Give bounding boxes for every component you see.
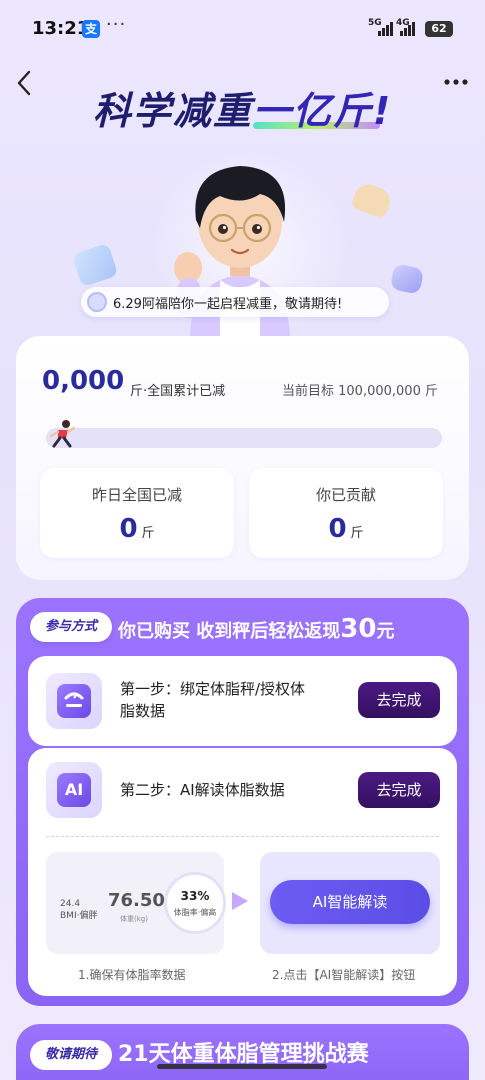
step2-complete-button[interactable]: 去完成 bbox=[358, 772, 440, 808]
scale-icon bbox=[46, 673, 102, 729]
announcement-text: 6.29阿福陪你一起启程减重，敬请期待! bbox=[113, 297, 343, 312]
participation-title-suffix: 元 bbox=[376, 621, 395, 642]
demo-caption-2: 2.点击【AI智能解读】按钮 bbox=[272, 968, 416, 982]
step1-text-line2: 脂数据 bbox=[120, 702, 166, 720]
participation-title: 你已购买 收到秤后轻松返现30元 bbox=[118, 614, 394, 644]
yesterday-value: 0 bbox=[119, 514, 138, 544]
step2-text: 第二步：AI解读体脂数据 bbox=[120, 781, 285, 799]
demo-caption-1: 1.确保有体脂率数据 bbox=[78, 968, 186, 982]
signal-icon bbox=[378, 20, 398, 36]
hero-title: 科学减重一亿斤! bbox=[0, 80, 485, 135]
launch-announcement-banner: 6.29阿福陪你一起启程减重，敬请期待! bbox=[81, 287, 389, 317]
step2-card: AI 第二步：AI解读体脂数据 去完成 24.4 BMI·偏胖 76.50 体重… bbox=[28, 748, 457, 996]
status-time: 13:21 bbox=[32, 18, 90, 39]
ai-icon-label: AI bbox=[57, 773, 91, 807]
status-bar: 13:21 支 ··· 5G 4G 62 bbox=[0, 0, 485, 58]
participation-card: 参与方式 你已购买 收到秤后轻松返现30元 第一步：绑定体脂秤/授权体 脂数据 … bbox=[16, 598, 469, 1006]
participation-tag: 参与方式 bbox=[30, 612, 112, 642]
demo-fat-label: 体脂率·偏高 bbox=[173, 908, 217, 917]
notice-icon bbox=[87, 292, 107, 312]
demo-weight-value: 76.50 bbox=[108, 890, 165, 911]
yesterday-unit: 斤 bbox=[141, 526, 155, 541]
coming-soon-tag: 敬请期待 bbox=[30, 1040, 112, 1070]
stats-card: 0,000 斤·全国累计已减 当前目标 100,000,000 斤 昨日全国已减… bbox=[16, 336, 469, 580]
yesterday-value-row: 0斤 bbox=[40, 514, 234, 544]
alipay-icon: 支 bbox=[82, 20, 100, 38]
contributed-unit: 斤 bbox=[350, 526, 364, 541]
ai-report-icon: AI bbox=[46, 762, 102, 818]
yesterday-label: 昨日全国已减 bbox=[91, 486, 182, 504]
hero-title-part1: 科学减重 bbox=[92, 89, 253, 133]
step1-complete-button[interactable]: 去完成 bbox=[358, 682, 440, 718]
participation-title-prefix: 你已购买 收到秤后轻松返现 bbox=[118, 621, 341, 642]
progress-bar bbox=[46, 428, 442, 448]
step1-card: 第一步：绑定体脂秤/授权体 脂数据 去完成 bbox=[28, 656, 457, 746]
home-indicator[interactable] bbox=[157, 1064, 327, 1069]
contributed-label: 你已贡献 bbox=[315, 486, 376, 504]
demo-fat-pct: 33% bbox=[180, 889, 210, 903]
ai-interpret-button[interactable]: AI智能解读 bbox=[270, 880, 430, 924]
yesterday-stat-box: 昨日全国已减 0斤 bbox=[40, 468, 234, 558]
arrow-right-icon bbox=[232, 892, 248, 910]
cashback-amount: 30 bbox=[340, 614, 377, 644]
national-total-label: 斤·全国累计已减 bbox=[130, 384, 226, 399]
dashed-divider bbox=[46, 836, 439, 837]
hero-title-part2: 一亿斤! bbox=[252, 89, 393, 133]
step1-text: 第一步：绑定体脂秤/授权体 脂数据 bbox=[120, 678, 305, 722]
contributed-stat-box: 你已贡献 0斤 bbox=[249, 468, 443, 558]
demo-bmi: 24.4 BMI·偏胖 bbox=[60, 898, 97, 922]
ai-button-example: AI智能解读 bbox=[260, 852, 440, 954]
step1-text-line1: 第一步：绑定体脂秤/授权体 bbox=[120, 680, 306, 698]
demo-fat-circle: 33% 体脂率·偏高 bbox=[164, 872, 226, 934]
battery-icon: 62 bbox=[425, 21, 453, 37]
demo-bmi-label: BMI·偏胖 bbox=[60, 911, 98, 921]
more-notifications-icon: ··· bbox=[106, 14, 127, 35]
runner-icon bbox=[49, 420, 76, 448]
body-fat-data-example: 24.4 BMI·偏胖 76.50 体重(kg) 33% 体脂率·偏高 bbox=[46, 852, 226, 954]
challenge-teaser-card: 敬请期待 21天体重体脂管理挑战赛 bbox=[16, 1024, 469, 1080]
signal-icon-2 bbox=[400, 20, 420, 36]
contributed-value: 0 bbox=[328, 514, 347, 544]
target-text: 当前目标 100,000,000 斤 bbox=[282, 384, 438, 399]
contributed-value-row: 0斤 bbox=[249, 514, 443, 544]
demo-bmi-value: 24.4 bbox=[60, 899, 81, 909]
demo-weight-label: 体重(kg) bbox=[120, 915, 148, 923]
national-total-value: 0,000 bbox=[39, 366, 127, 396]
